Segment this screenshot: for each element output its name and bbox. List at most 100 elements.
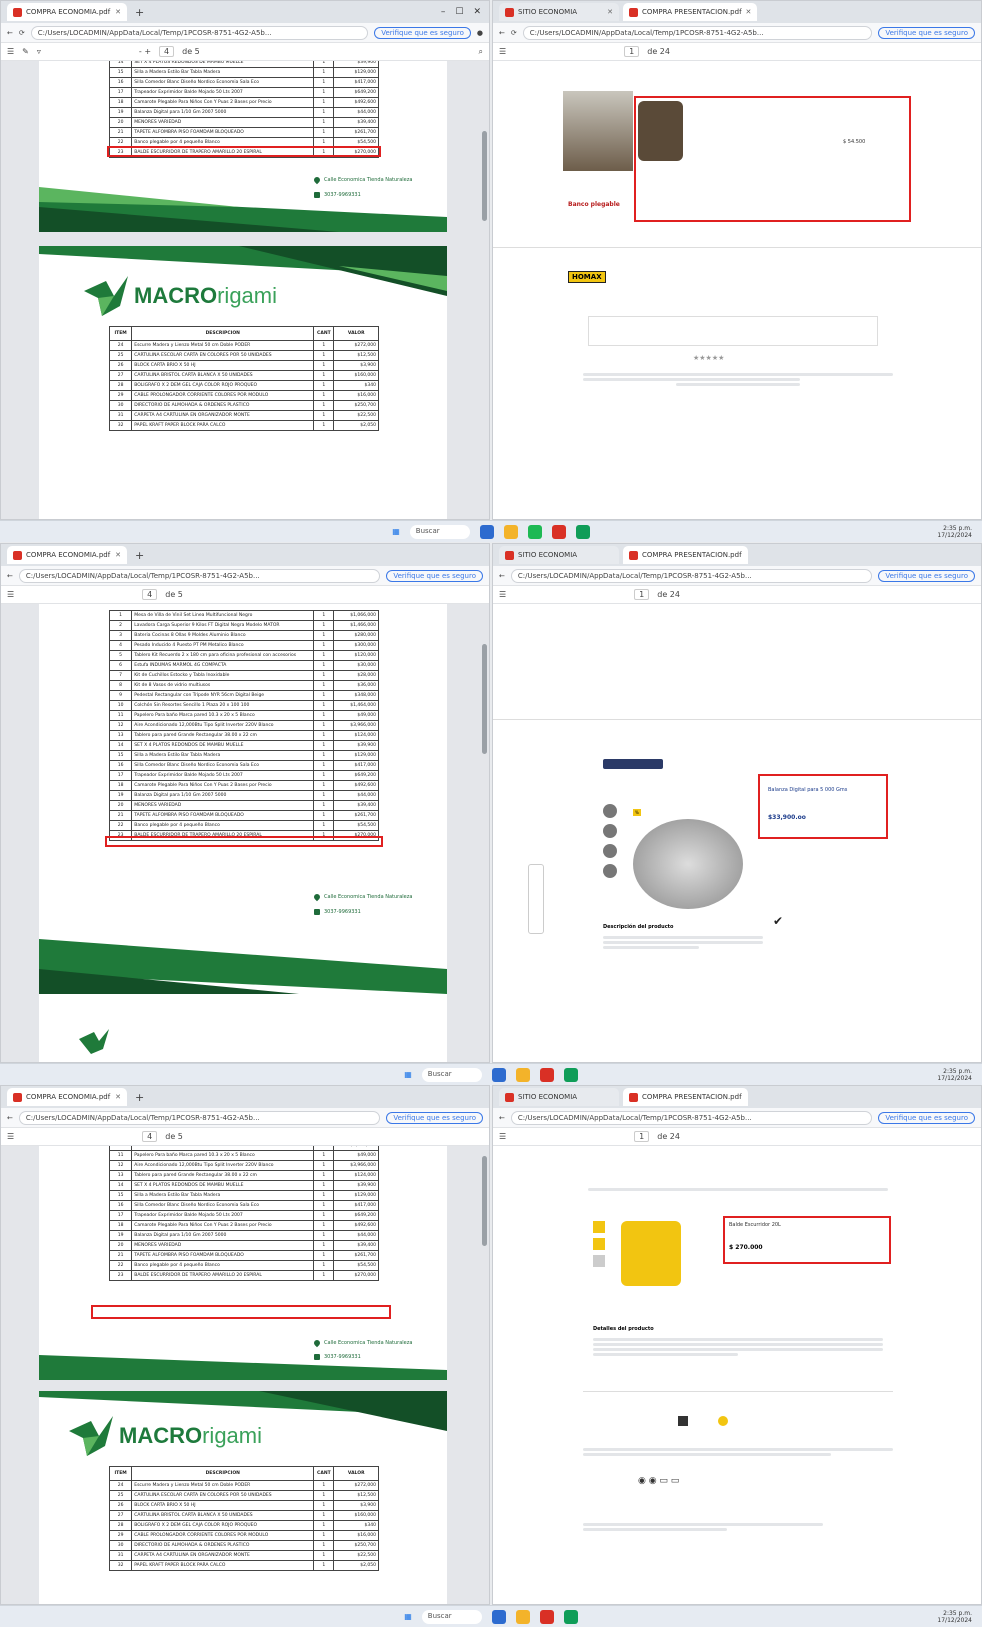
refresh-button[interactable]: ⟳	[511, 29, 517, 37]
security-pill[interactable]: Verifique que es seguro	[386, 569, 483, 582]
app-icon[interactable]	[539, 1067, 554, 1082]
outline-icon[interactable]: ☰	[499, 1132, 506, 1141]
edge-icon[interactable]	[563, 1609, 578, 1624]
app-icon[interactable]	[551, 524, 566, 539]
page-number-input[interactable]: 4	[142, 589, 158, 600]
outline-icon[interactable]: ☰	[499, 590, 506, 599]
clock[interactable]: 2:35 p.m. 17/12/2024	[937, 1068, 972, 1082]
app-icon[interactable]	[491, 1067, 506, 1082]
security-pill[interactable]: Verifique que es seguro	[386, 1111, 483, 1124]
address-input[interactable]: C:/Users/LOCADMIN/AppData/Local/Temp/1PC…	[18, 1110, 381, 1125]
outline-icon[interactable]: ☰	[7, 590, 14, 599]
thumbnail[interactable]	[603, 864, 617, 878]
security-pill[interactable]: Verifique que es seguro	[878, 1111, 975, 1124]
close-tab-icon[interactable]: ✕	[115, 8, 121, 16]
page-number-input[interactable]: 1	[634, 1131, 650, 1142]
page-number-input[interactable]: 4	[142, 1131, 158, 1142]
tab-site[interactable]: SITIO ECONOMIA	[499, 546, 619, 564]
start-icon[interactable]: ▦	[404, 1612, 412, 1621]
start-icon[interactable]: ▦	[404, 1070, 412, 1079]
security-pill[interactable]: Verifique que es seguro	[374, 26, 471, 39]
thumbnail[interactable]	[593, 1255, 605, 1267]
address-input[interactable]: C:/Users/LOCADMIN/AppData/Local/Temp/1PC…	[510, 568, 873, 583]
taskbar-search[interactable]: Buscar	[421, 1067, 482, 1082]
taskbar-search[interactable]: Buscar	[421, 1609, 482, 1624]
folder-icon[interactable]	[515, 1609, 530, 1624]
minimize-button[interactable]: –	[441, 7, 446, 17]
table-cell: 5	[108, 650, 133, 661]
app-icon[interactable]	[527, 524, 542, 539]
draw-icon[interactable]: ✎	[22, 47, 29, 56]
tab-pdf-presentation[interactable]: COMPRA PRESENTACION.pdf	[623, 1088, 748, 1106]
tab-pdf-presentation[interactable]: COMPRA PRESENTACION.pdf	[623, 546, 748, 564]
profile-icon[interactable]: ●	[477, 29, 483, 37]
page-number-input[interactable]: 1	[634, 589, 650, 600]
scrollbar[interactable]	[482, 644, 487, 754]
tab-site[interactable]: SITIO ECONOMIA ✕	[499, 3, 619, 21]
page-number-input[interactable]: 1	[624, 46, 640, 57]
tab-pdf-presentation[interactable]: COMPRA PRESENTACION.pdf ✕	[623, 3, 758, 21]
thumbnail[interactable]	[603, 804, 617, 818]
side-toolbar[interactable]	[528, 864, 544, 934]
company-logo: MACROrigami	[84, 276, 277, 316]
taskbar-search[interactable]: Buscar	[409, 524, 470, 539]
page-number-input[interactable]: 4	[159, 46, 175, 57]
folder-icon[interactable]	[503, 524, 518, 539]
security-pill[interactable]: Verifique que es seguro	[878, 569, 975, 582]
close-window-button[interactable]: ✕	[473, 7, 481, 17]
highlight-icon[interactable]: ▿	[37, 47, 41, 56]
close-tab-icon[interactable]: ✕	[115, 551, 121, 559]
tab-pdf-invoice[interactable]: COMPRA ECONOMIA.pdf ✕	[7, 546, 127, 564]
back-button[interactable]: ←	[499, 1114, 505, 1122]
security-pill[interactable]: Verifique que es seguro	[878, 26, 975, 39]
tab-pdf-invoice[interactable]: COMPRA ECONOMIA.pdf ✕	[7, 1088, 127, 1106]
edge-icon[interactable]	[575, 524, 590, 539]
thumbnail[interactable]	[593, 1238, 605, 1250]
thumbnail[interactable]	[593, 1221, 605, 1233]
back-button[interactable]: ←	[499, 572, 505, 580]
close-tab-icon[interactable]: ✕	[607, 8, 613, 16]
clock[interactable]: 2:35 p.m. 17/12/2024	[937, 1610, 972, 1624]
address-input[interactable]: C:/Users/LOCADMIN/AppData/Local/Temp/1PC…	[18, 568, 381, 583]
table-cell: 20	[108, 117, 133, 128]
table-cell: $22,500	[333, 410, 379, 421]
tab-site[interactable]: SITIO ECONOMIA	[499, 1088, 619, 1106]
search-form[interactable]	[588, 316, 878, 346]
folder-icon[interactable]	[515, 1067, 530, 1082]
maximize-button[interactable]: ☐	[455, 7, 463, 17]
table-cell: $124,000	[333, 1170, 379, 1181]
address-input[interactable]: C:/Users/LOCADMIN/AppData/Local/Temp/1PC…	[30, 25, 369, 40]
app-icon[interactable]	[539, 1609, 554, 1624]
search-icon[interactable]: ⌕	[479, 47, 483, 57]
zoom-controls[interactable]: - +	[139, 47, 151, 56]
app-icon[interactable]	[491, 1609, 506, 1624]
new-tab-button[interactable]: +	[131, 6, 148, 19]
edge-icon[interactable]	[563, 1067, 578, 1082]
location-pin-icon	[312, 892, 322, 902]
back-button[interactable]: ←	[7, 1114, 13, 1122]
table-cell: $348,000	[333, 690, 379, 701]
close-tab-icon[interactable]: ✕	[746, 8, 752, 16]
scrollbar[interactable]	[482, 1156, 487, 1246]
outline-icon[interactable]: ☰	[7, 47, 14, 56]
new-tab-button[interactable]: +	[131, 549, 148, 562]
new-tab-button[interactable]: +	[131, 1091, 148, 1104]
outline-icon[interactable]: ☰	[499, 47, 506, 56]
outline-icon[interactable]: ☰	[7, 1132, 14, 1141]
address-input[interactable]: C:/Users/LOCADMIN/AppData/Local/Temp/1PC…	[522, 25, 873, 40]
app-icon[interactable]	[479, 524, 494, 539]
start-icon[interactable]: ▦	[392, 527, 400, 536]
table-cell: 1	[313, 650, 335, 661]
thumbnail[interactable]	[603, 844, 617, 858]
clock[interactable]: 2:35 p.m. 17/12/2024	[937, 525, 972, 539]
thumbnail[interactable]	[603, 824, 617, 838]
back-button[interactable]: ←	[499, 29, 505, 37]
refresh-button[interactable]: ⟳	[19, 29, 25, 37]
tab-pdf-invoice[interactable]: COMPRA ECONOMIA.pdf ✕	[7, 3, 127, 21]
close-tab-icon[interactable]: ✕	[115, 1093, 121, 1101]
phone-icon	[314, 909, 320, 915]
scrollbar[interactable]	[482, 131, 487, 221]
back-button[interactable]: ←	[7, 572, 13, 580]
back-button[interactable]: ←	[7, 29, 13, 37]
address-input[interactable]: C:/Users/LOCADMIN/AppData/Local/Temp/1PC…	[510, 1110, 873, 1125]
